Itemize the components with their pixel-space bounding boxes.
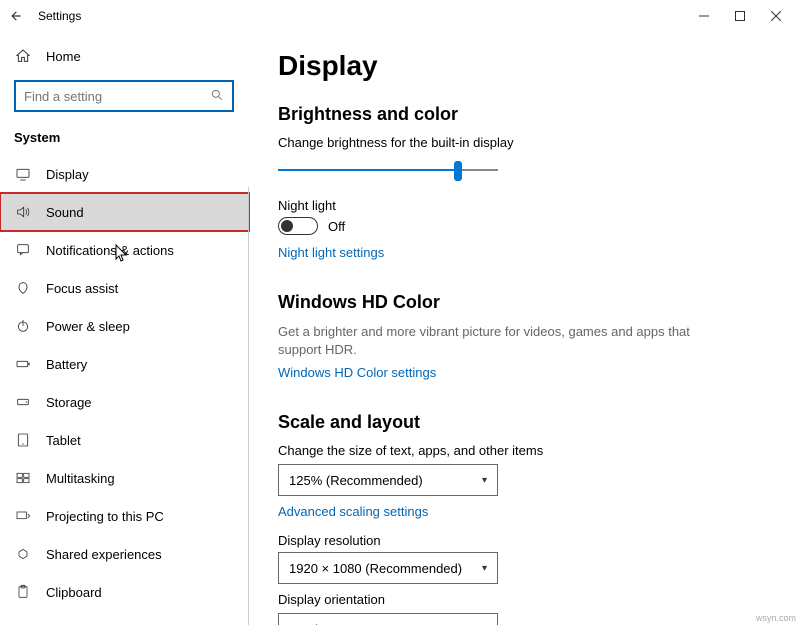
nav-label: Storage [46, 395, 92, 410]
section-hdr: Windows HD Color [278, 292, 772, 313]
nightlight-settings-link[interactable]: Night light settings [278, 245, 772, 260]
home-label: Home [46, 49, 81, 64]
orientation-label: Display orientation [278, 592, 772, 607]
nav-label: Notifications & actions [46, 243, 174, 258]
scale-size-label: Change the size of text, apps, and other… [278, 443, 772, 458]
nav-label: Sound [46, 205, 84, 220]
nav-item-tablet[interactable]: Tablet [0, 421, 249, 459]
search-icon [210, 88, 224, 105]
nav-label: Display [46, 167, 89, 182]
notifications-icon [14, 241, 32, 259]
window-title: Settings [38, 9, 81, 23]
nav-item-focus-assist[interactable]: Focus assist [0, 269, 249, 307]
section-brightness-color: Brightness and color [278, 104, 772, 125]
main-content: Display Brightness and color Change brig… [250, 32, 800, 625]
storage-icon [14, 393, 32, 411]
back-button[interactable] [6, 6, 26, 26]
nav-item-notifications[interactable]: Notifications & actions [0, 231, 249, 269]
nav-item-display[interactable]: Display [0, 155, 249, 193]
nightlight-label: Night light [278, 198, 772, 213]
battery-icon [14, 355, 32, 373]
sidebar: Home System Display Sound Notifications … [0, 32, 250, 625]
brightness-label: Change brightness for the built-in displ… [278, 135, 772, 150]
clipboard-icon [14, 583, 32, 601]
power-icon [14, 317, 32, 335]
search-box[interactable] [14, 80, 234, 112]
chevron-down-icon: ▾ [482, 475, 487, 486]
scale-size-select[interactable]: 125% (Recommended) ▾ [278, 464, 498, 496]
nav-label: Battery [46, 357, 87, 372]
brightness-slider[interactable] [278, 156, 498, 184]
nightlight-state: Off [328, 219, 345, 234]
sidebar-divider [248, 187, 249, 625]
close-button[interactable] [758, 2, 794, 30]
projecting-icon [14, 507, 32, 525]
orientation-select[interactable]: Landscape ▾ [278, 613, 498, 625]
nav-item-clipboard[interactable]: Clipboard [0, 573, 249, 611]
nav-label: Clipboard [46, 585, 102, 600]
nav-label: Tablet [46, 433, 81, 448]
watermark: wsyn.com [756, 613, 796, 623]
nav-item-power-sleep[interactable]: Power & sleep [0, 307, 249, 345]
display-icon [14, 165, 32, 183]
category-header: System [0, 122, 249, 155]
tablet-icon [14, 431, 32, 449]
nav-item-sound[interactable]: Sound [0, 193, 249, 231]
nav-item-multitasking[interactable]: Multitasking [0, 459, 249, 497]
hdr-settings-link[interactable]: Windows HD Color settings [278, 365, 772, 380]
nav-item-storage[interactable]: Storage [0, 383, 249, 421]
page-title: Display [278, 50, 772, 82]
nav-item-battery[interactable]: Battery [0, 345, 249, 383]
maximize-button[interactable] [722, 2, 758, 30]
search-input[interactable] [24, 89, 210, 104]
nav-item-projecting[interactable]: Projecting to this PC [0, 497, 249, 535]
nav-label: Projecting to this PC [46, 509, 164, 524]
home-icon [14, 47, 32, 65]
focus-assist-icon [14, 279, 32, 297]
resolution-select[interactable]: 1920 × 1080 (Recommended) ▾ [278, 552, 498, 584]
titlebar: Settings [0, 0, 800, 32]
nav-label: Shared experiences [46, 547, 162, 562]
multitasking-icon [14, 469, 32, 487]
hdr-description: Get a brighter and more vibrant picture … [278, 323, 698, 359]
nav-item-shared-experiences[interactable]: Shared experiences [0, 535, 249, 573]
minimize-button[interactable] [686, 2, 722, 30]
nav-label: Power & sleep [46, 319, 130, 334]
shared-icon [14, 545, 32, 563]
scale-size-value: 125% (Recommended) [289, 473, 423, 488]
advanced-scaling-link[interactable]: Advanced scaling settings [278, 504, 772, 519]
nav-label: Multitasking [46, 471, 115, 486]
resolution-value: 1920 × 1080 (Recommended) [289, 561, 462, 576]
home-button[interactable]: Home [0, 38, 249, 74]
nav-label: Focus assist [46, 281, 118, 296]
sound-icon [14, 203, 32, 221]
chevron-down-icon: ▾ [482, 563, 487, 574]
section-scale-layout: Scale and layout [278, 412, 772, 433]
resolution-label: Display resolution [278, 533, 772, 548]
nightlight-toggle[interactable] [278, 217, 318, 235]
